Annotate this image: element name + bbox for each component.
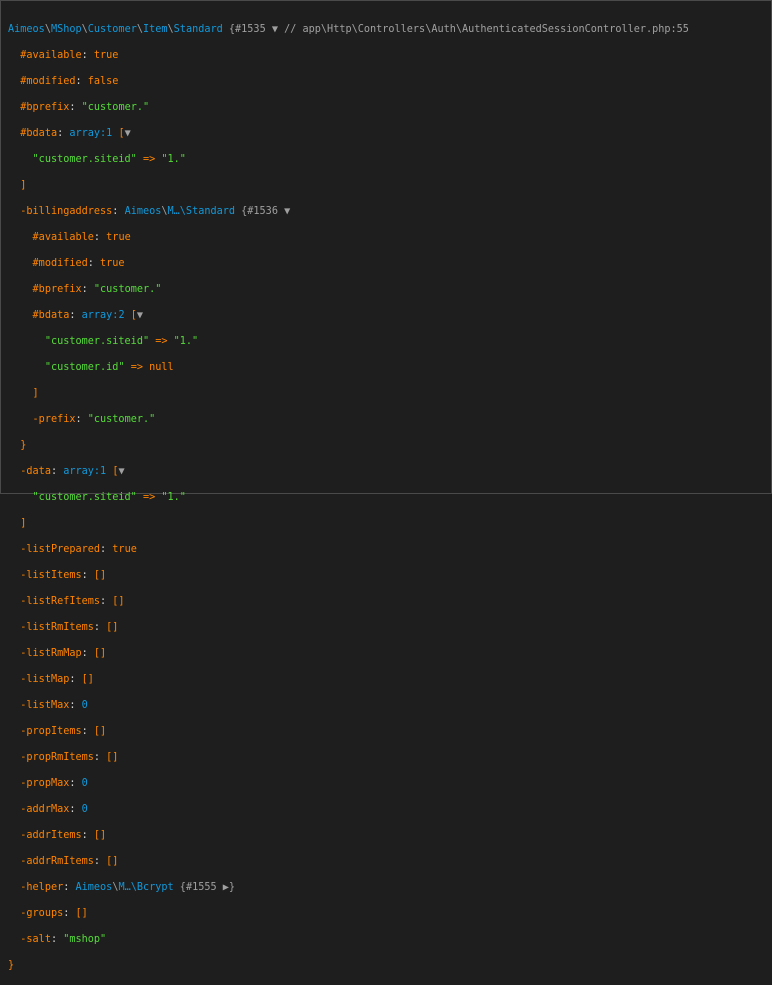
prop-bprefix: #bprefix: "customer." <box>20 102 150 113</box>
collapse-toggle-icon[interactable]: ▼ <box>125 128 131 139</box>
prop-billingaddress: -billingaddress: Aimeos\M…\Standard {#15… <box>20 206 291 217</box>
prop-modified: #modified: true <box>32 258 125 269</box>
collapse-toggle-icon[interactable]: ▼ <box>272 24 278 35</box>
prop-propMax: -propMax: 0 <box>20 778 88 789</box>
prop-addrRmItems: -addrRmItems: [] <box>20 856 119 867</box>
prop-available: #available: true <box>20 50 119 61</box>
prop-data: -data: array:1 [▼ <box>20 466 125 477</box>
prop-propItems: -propItems: [] <box>20 726 107 737</box>
var-dump: Aimeos\MShop\Customer\Item\Standard {#15… <box>8 10 689 985</box>
prop-listRmItems: -listRmItems: [] <box>20 622 119 633</box>
class-name: Aimeos\M…\Bcrypt <box>75 882 174 893</box>
prop-listMap: -listMap: [] <box>20 674 94 685</box>
prop-bdata: #bdata: array:2 [▼ <box>32 310 143 321</box>
prop-prefix: -prefix: "customer." <box>32 414 156 425</box>
collapse-toggle-icon[interactable]: ▼ <box>284 206 290 217</box>
prop-listRefItems: -listRefItems: [] <box>20 596 125 607</box>
prop-helper: -helper: Aimeos\M…\Bcrypt {#1555 ▶} <box>20 882 236 893</box>
dump-header: Aimeos\MShop\Customer\Item\Standard {#15… <box>8 23 689 36</box>
array-entry: "customer.siteid" => "1." <box>32 154 186 165</box>
prop-modified: #modified: false <box>20 76 119 87</box>
prop-addrMax: -addrMax: 0 <box>20 804 88 815</box>
array-entry: "customer.siteid" => "1." <box>32 492 186 503</box>
collapse-toggle-icon[interactable]: ▼ <box>137 310 143 321</box>
array-close: ] <box>20 518 27 529</box>
object-ref: #1535 <box>235 24 266 35</box>
prop-propRmItems: -propRmItems: [] <box>20 752 119 763</box>
prop-salt: -salt: "mshop" <box>20 934 107 945</box>
prop-listMax: -listMax: 0 <box>20 700 88 711</box>
array-close: ] <box>32 388 39 399</box>
prop-bdata: #bdata: array:1 [▼ <box>20 128 131 139</box>
collapse-toggle-icon[interactable]: ▼ <box>118 466 124 477</box>
class-name: Aimeos\M…\Standard <box>124 206 235 217</box>
array-entry: "customer.siteid" => "1." <box>44 336 199 347</box>
object-close: } <box>20 440 27 451</box>
array-close: ] <box>20 180 27 191</box>
prop-listRmMap: -listRmMap: [] <box>20 648 107 659</box>
prop-listItems: -listItems: [] <box>20 570 107 581</box>
prop-groups: -groups: [] <box>20 908 88 919</box>
array-entry: "customer.id" => null <box>44 362 174 373</box>
prop-listPrepared: -listPrepared: true <box>20 544 137 555</box>
prop-bprefix: #bprefix: "customer." <box>32 284 162 295</box>
class-name: Aimeos\MShop\Customer\Item\Standard <box>8 24 223 35</box>
object-close: } <box>8 960 15 971</box>
prop-addrItems: -addrItems: [] <box>20 830 107 841</box>
source-comment: // app\Http\Controllers\Auth\Authenticat… <box>284 24 689 35</box>
dump-panel: Aimeos\MShop\Customer\Item\Standard {#15… <box>0 0 772 971</box>
prop-available: #available: true <box>32 232 131 243</box>
